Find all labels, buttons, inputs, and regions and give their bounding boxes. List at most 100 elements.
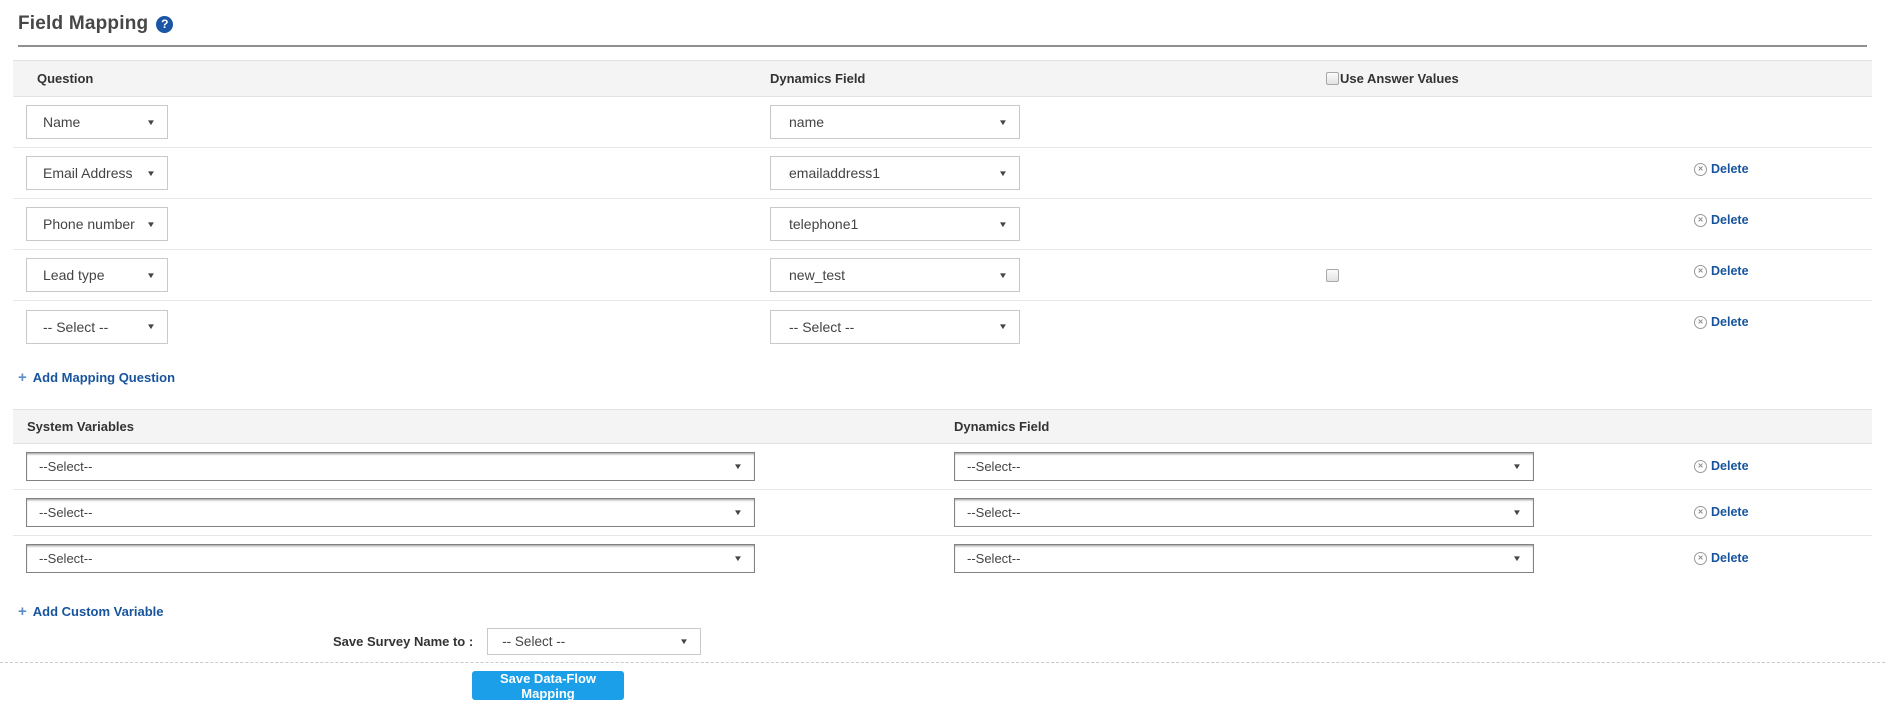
system-variables-table: System Variables Dynamics Field --Select… — [13, 409, 1872, 581]
question-select-value: Phone number — [43, 216, 135, 232]
delete-icon: ✕ — [1694, 552, 1707, 565]
dynamics-field-select[interactable]: telephone1 ▼ — [770, 207, 1020, 241]
save-survey-name-select[interactable]: -- Select -- ▼ — [487, 628, 701, 655]
delete-label: Delete — [1711, 459, 1749, 473]
delete-label: Delete — [1711, 505, 1749, 519]
dashed-divider — [0, 662, 1885, 663]
dynamics-field-select[interactable]: --Select-- ▼ — [954, 452, 1534, 481]
system-variable-select[interactable]: --Select-- ▼ — [26, 544, 755, 573]
add-mapping-question-label: Add Mapping Question — [33, 370, 175, 385]
table-row: -- Select -- ▼ -- Select -- ▼ ✕ Delete — [13, 301, 1872, 352]
delete-icon: ✕ — [1694, 163, 1707, 176]
page-title: Field Mapping — [18, 13, 148, 35]
dynamics-field-select-value: name — [789, 114, 824, 130]
chevron-down-icon: ▼ — [1512, 554, 1522, 563]
table-row: Lead type ▼ new_test ▼ ✕ Delete — [13, 250, 1872, 301]
dynamics-field-column-header: Dynamics Field — [770, 71, 1320, 86]
question-mapping-table: Question Dynamics Field Use Answer Value… — [13, 60, 1872, 352]
chevron-down-icon: ▼ — [998, 271, 1008, 280]
system-variables-header-row: System Variables Dynamics Field — [13, 409, 1872, 444]
question-select-value: Email Address — [43, 165, 132, 181]
plus-icon: + — [18, 604, 27, 619]
chevron-down-icon: ▼ — [146, 322, 156, 331]
table-row: --Select-- ▼ --Select-- ▼ ✕ Delete — [13, 444, 1872, 490]
delete-button[interactable]: ✕ Delete — [1694, 551, 1749, 565]
chevron-down-icon: ▼ — [1512, 462, 1522, 471]
dynamics-field-select-value: --Select-- — [967, 459, 1020, 474]
system-variables-column-header: System Variables — [13, 419, 940, 434]
chevron-down-icon: ▼ — [146, 271, 156, 280]
dynamics-field-select[interactable]: -- Select -- ▼ — [770, 310, 1020, 344]
delete-label: Delete — [1711, 264, 1749, 278]
table-row: --Select-- ▼ --Select-- ▼ ✕ Delete — [13, 490, 1872, 536]
chevron-down-icon: ▼ — [679, 637, 689, 646]
chevron-down-icon: ▼ — [146, 169, 156, 178]
chevron-down-icon: ▼ — [733, 554, 743, 563]
add-mapping-question-button[interactable]: + Add Mapping Question — [18, 370, 175, 385]
question-select-value: Lead type — [43, 267, 105, 283]
delete-label: Delete — [1711, 162, 1749, 176]
delete-button[interactable]: ✕ Delete — [1694, 264, 1749, 278]
use-answer-values-header-checkbox[interactable] — [1326, 72, 1339, 85]
chevron-down-icon: ▼ — [998, 118, 1008, 127]
help-icon[interactable]: ? — [156, 16, 173, 33]
question-select[interactable]: Lead type ▼ — [26, 258, 168, 292]
delete-icon: ✕ — [1694, 214, 1707, 227]
delete-icon: ✕ — [1694, 460, 1707, 473]
chevron-down-icon: ▼ — [733, 508, 743, 517]
save-survey-name-label: Save Survey Name to : — [333, 634, 473, 649]
dynamics-field-select-value: emailaddress1 — [789, 165, 880, 181]
chevron-down-icon: ▼ — [146, 220, 156, 229]
save-data-flow-mapping-button[interactable]: Save Data-Flow Mapping — [472, 671, 624, 700]
chevron-down-icon: ▼ — [998, 220, 1008, 229]
dynamics-field-column-header: Dynamics Field — [940, 419, 1680, 434]
use-answer-values-checkbox[interactable] — [1326, 269, 1339, 282]
dynamics-field-select[interactable]: name ▼ — [770, 105, 1020, 139]
system-variable-select[interactable]: --Select-- ▼ — [26, 452, 755, 481]
delete-label: Delete — [1711, 315, 1749, 329]
delete-button[interactable]: ✕ Delete — [1694, 459, 1749, 473]
delete-label: Delete — [1711, 551, 1749, 565]
dynamics-field-select[interactable]: --Select-- ▼ — [954, 544, 1534, 573]
chevron-down-icon: ▼ — [998, 322, 1008, 331]
plus-icon: + — [18, 370, 27, 385]
use-answer-values-column-header: Use Answer Values — [1340, 71, 1459, 86]
system-variable-select-value: --Select-- — [39, 459, 92, 474]
chevron-down-icon: ▼ — [733, 462, 743, 471]
delete-icon: ✕ — [1694, 265, 1707, 278]
question-select-value: Name — [43, 114, 80, 130]
table-row: Email Address ▼ emailaddress1 ▼ ✕ Delete — [13, 148, 1872, 199]
dynamics-field-select[interactable]: --Select-- ▼ — [954, 498, 1534, 527]
dynamics-field-select-value: --Select-- — [967, 505, 1020, 520]
table-row: Phone number ▼ telephone1 ▼ ✕ Delete — [13, 199, 1872, 250]
chevron-down-icon: ▼ — [1512, 508, 1522, 517]
question-select[interactable]: Phone number ▼ — [26, 207, 168, 241]
question-mapping-header-row: Question Dynamics Field Use Answer Value… — [13, 60, 1872, 97]
system-variable-select-value: --Select-- — [39, 505, 92, 520]
question-select[interactable]: Email Address ▼ — [26, 156, 168, 190]
title-divider — [18, 45, 1867, 47]
question-select[interactable]: -- Select -- ▼ — [26, 310, 168, 344]
dynamics-field-select-value: --Select-- — [967, 551, 1020, 566]
question-select[interactable]: Name ▼ — [26, 105, 168, 139]
delete-button[interactable]: ✕ Delete — [1694, 162, 1749, 176]
delete-button[interactable]: ✕ Delete — [1694, 315, 1749, 329]
delete-label: Delete — [1711, 213, 1749, 227]
chevron-down-icon: ▼ — [998, 169, 1008, 178]
field-mapping-page: Field Mapping ? Question Dynamics Field … — [0, 0, 1885, 700]
dynamics-field-select[interactable]: emailaddress1 ▼ — [770, 156, 1020, 190]
dynamics-field-select-value: new_test — [789, 267, 845, 283]
delete-button[interactable]: ✕ Delete — [1694, 213, 1749, 227]
system-variable-select-value: --Select-- — [39, 551, 92, 566]
delete-button[interactable]: ✕ Delete — [1694, 505, 1749, 519]
dynamics-field-select[interactable]: new_test ▼ — [770, 258, 1020, 292]
system-variable-select[interactable]: --Select-- ▼ — [26, 498, 755, 527]
table-row: Name ▼ name ▼ — [13, 97, 1872, 148]
save-survey-name-select-value: -- Select -- — [502, 634, 565, 649]
dynamics-field-select-value: telephone1 — [789, 216, 858, 232]
delete-icon: ✕ — [1694, 506, 1707, 519]
chevron-down-icon: ▼ — [146, 118, 156, 127]
table-row: --Select-- ▼ --Select-- ▼ ✕ Delete — [13, 536, 1872, 581]
add-custom-variable-button[interactable]: + Add Custom Variable — [18, 604, 164, 619]
add-custom-variable-label: Add Custom Variable — [33, 604, 164, 619]
